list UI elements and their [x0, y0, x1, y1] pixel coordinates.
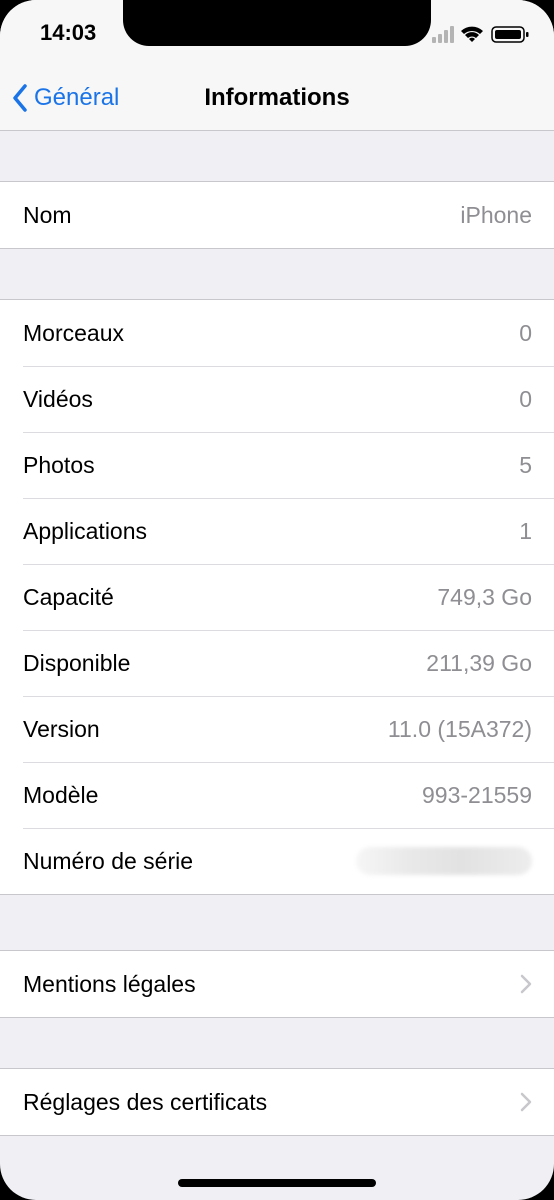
row-value: 0 [519, 319, 532, 346]
page-title: Informations [204, 84, 350, 111]
certificate-settings-row[interactable]: Réglages des certificats [0, 1069, 554, 1135]
row-value: 749,3 Go [437, 583, 532, 610]
row-value: iPhone [460, 201, 532, 228]
row-label: Réglages des certificats [23, 1088, 268, 1115]
list-item-version: Version 11.0 (15A372) [0, 696, 554, 762]
name-group: Nom iPhone [0, 181, 554, 249]
chevron-right-icon [520, 1092, 532, 1112]
row-label: Capacité [23, 583, 114, 610]
list-item-modele: Modèle 993-21559 [0, 762, 554, 828]
certificates-group: Réglages des certificats [0, 1068, 554, 1136]
redacted-serial-value [356, 847, 532, 875]
list-item-photos: Photos 5 [0, 432, 554, 498]
status-bar: 14:03 [0, 0, 554, 66]
list-item-applications: Applications 1 [0, 498, 554, 564]
status-icons [432, 24, 532, 44]
row-value: 11.0 (15A372) [387, 715, 532, 742]
list-item-morceaux: Morceaux 0 [0, 300, 554, 366]
row-label: Version [23, 715, 100, 742]
chevron-right-icon [520, 974, 532, 994]
row-value: 211,39 Go [426, 649, 532, 676]
row-label: Photos [23, 451, 95, 478]
mentions-legales-row[interactable]: Mentions légales [0, 951, 554, 1017]
row-label: Mentions légales [23, 970, 196, 997]
row-value: 0 [519, 385, 532, 412]
row-label: Numéro de série [23, 847, 194, 874]
legal-group: Mentions légales [0, 950, 554, 1018]
home-indicator[interactable] [178, 1179, 376, 1187]
row-label: Morceaux [23, 319, 124, 346]
list-item-capacite: Capacité 749,3 Go [0, 564, 554, 630]
list-item-disponible: Disponible 211,39 Go [0, 630, 554, 696]
phone-screen: 14:03 Général Informations Nom iPhone Mo… [0, 0, 554, 1200]
wifi-icon [461, 26, 483, 42]
row-label: Disponible [23, 649, 131, 676]
name-row[interactable]: Nom iPhone [0, 182, 554, 248]
notch [123, 0, 431, 46]
list-item-serial: Numéro de série [0, 828, 554, 894]
status-time: 14:03 [40, 20, 97, 45]
row-value: 1 [519, 517, 532, 544]
row-label: Applications [23, 517, 148, 544]
navigation-bar: Général Informations [0, 66, 554, 131]
signal-icon [432, 26, 454, 43]
row-label: Modèle [23, 781, 99, 808]
row-value: 5 [519, 451, 532, 478]
info-group: Morceaux 0 Vidéos 0 Photos 5 Application… [0, 299, 554, 895]
battery-icon [491, 26, 529, 43]
row-label: Vidéos [23, 385, 93, 412]
row-value: 993-21559 [422, 781, 532, 808]
row-label: Nom [23, 201, 72, 228]
list-item-videos: Vidéos 0 [0, 366, 554, 432]
